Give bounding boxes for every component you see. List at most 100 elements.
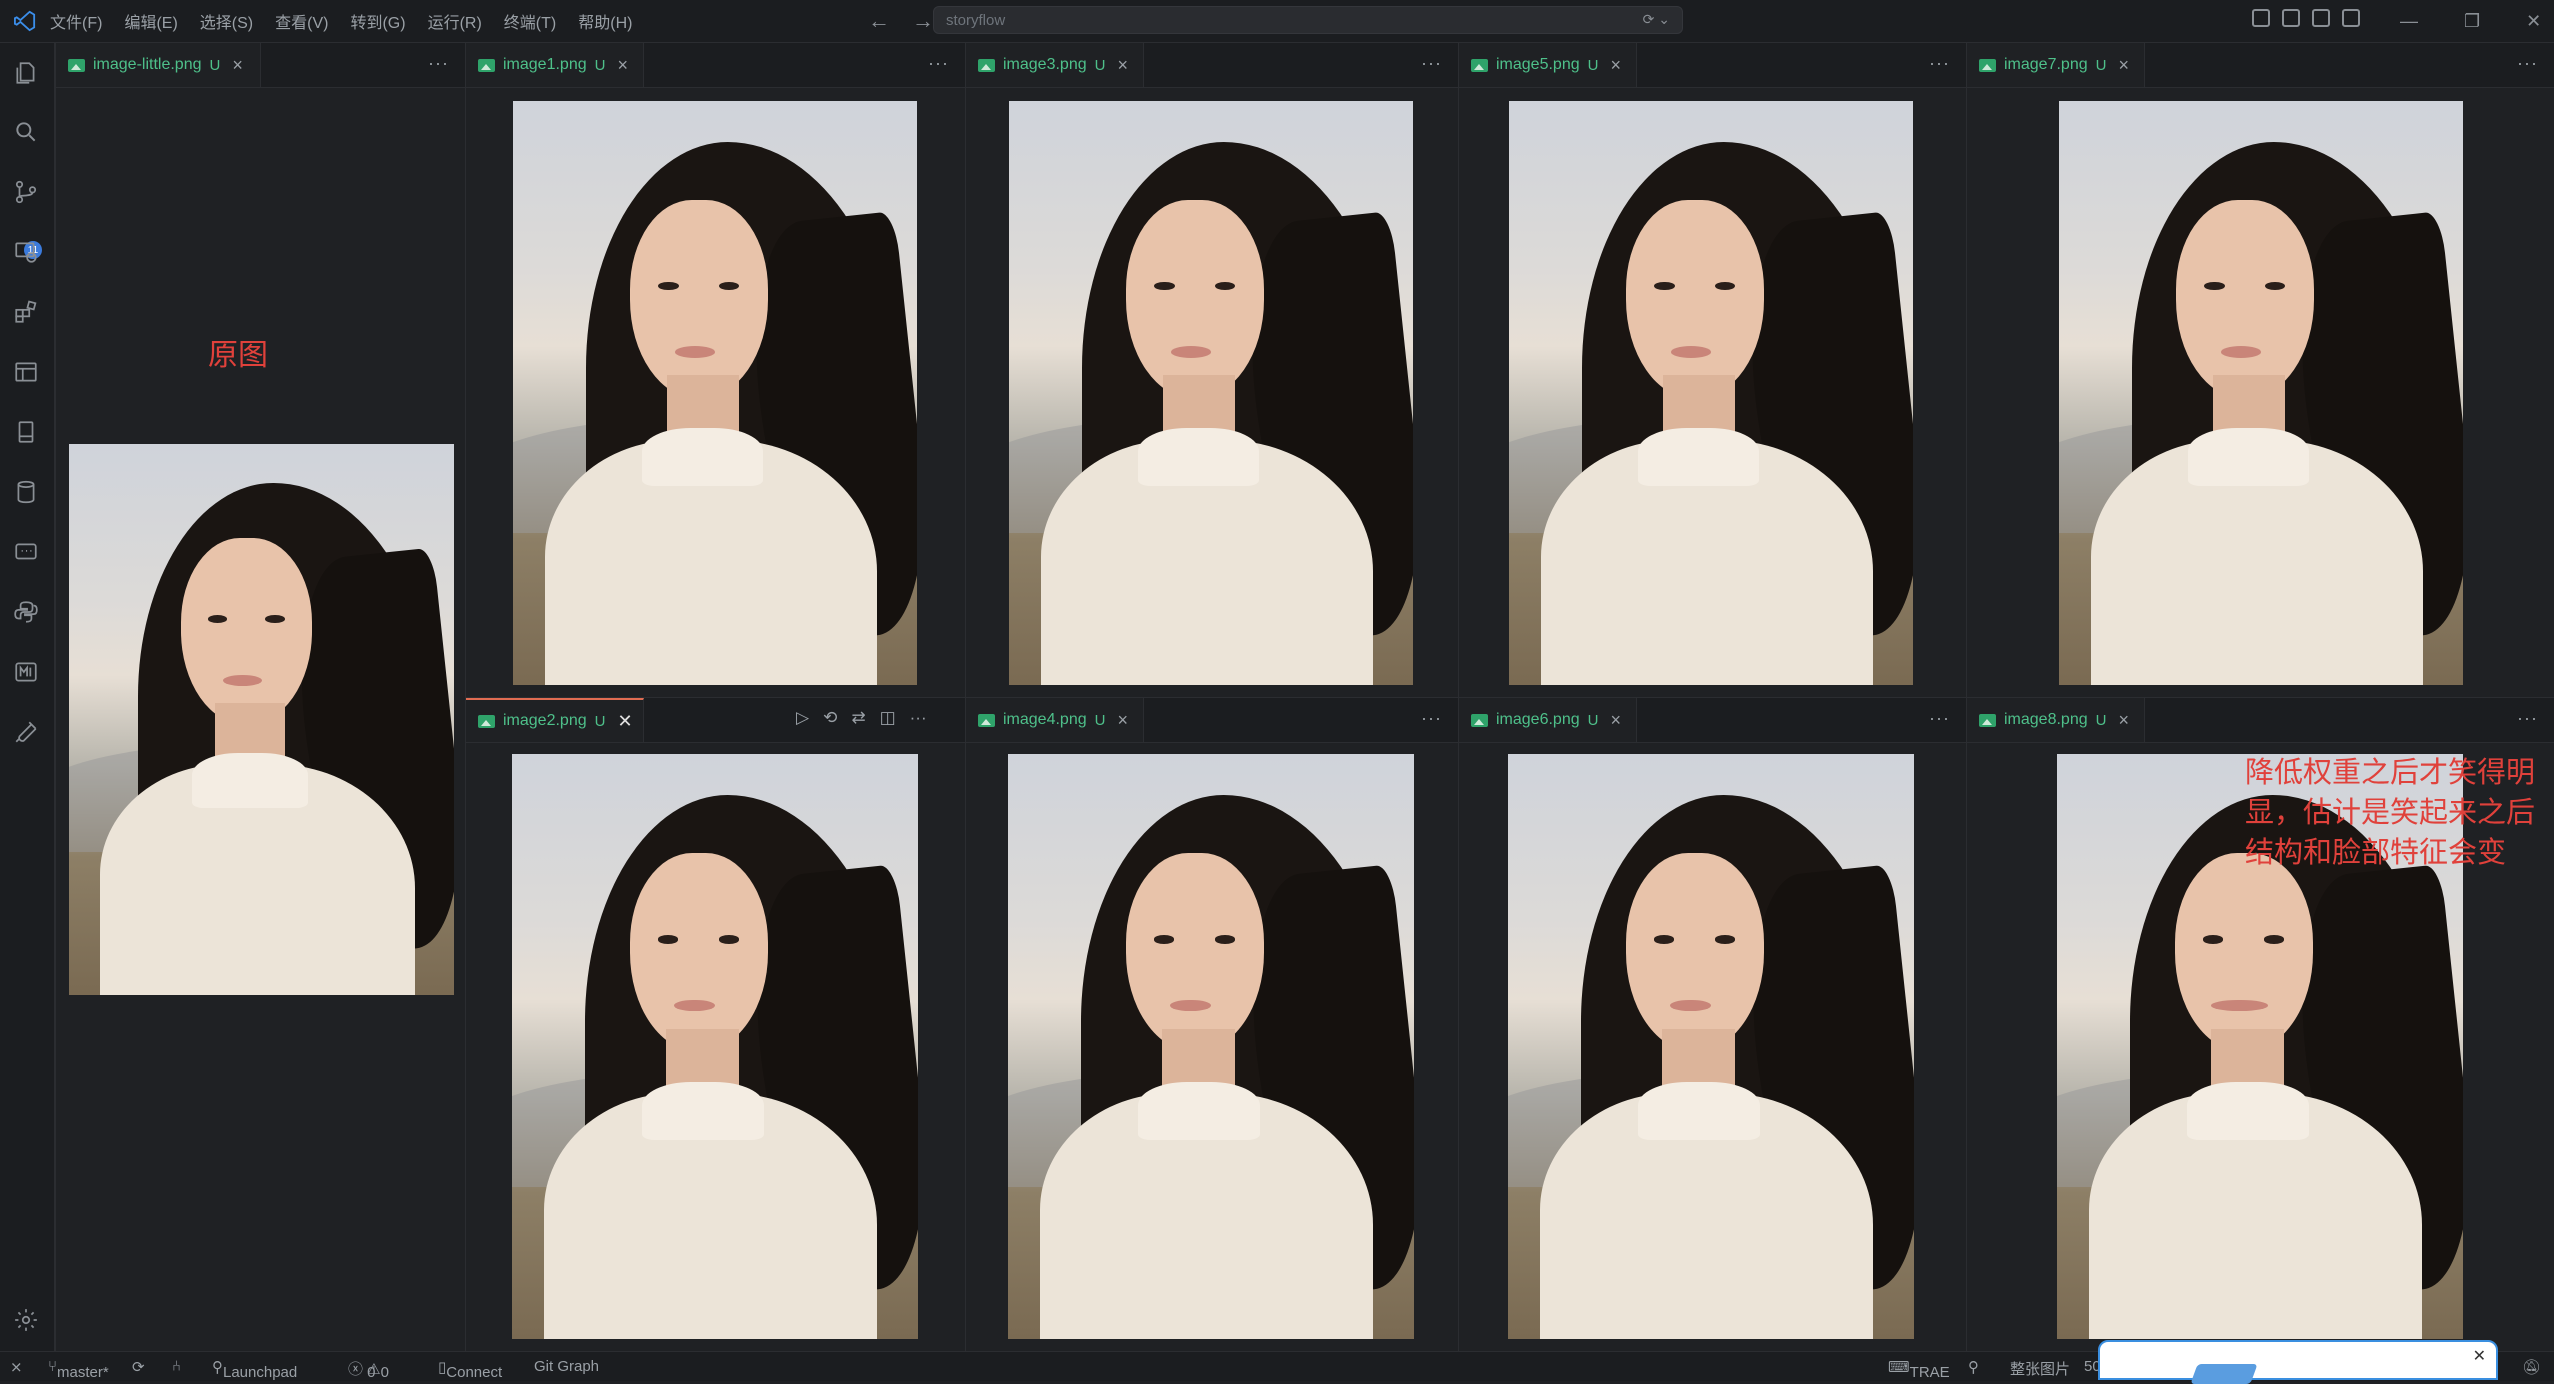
connect-label: Connect: [446, 1364, 503, 1381]
menu-go[interactable]: 转到(G): [350, 9, 405, 33]
customize-layout-icon[interactable]: [2252, 9, 2270, 27]
menu-selection[interactable]: 选择(S): [200, 9, 253, 33]
tab-image3[interactable]: image3.png U ×: [966, 43, 1144, 87]
image-size-label: 整张图片: [2010, 1361, 2071, 1378]
more-actions-icon[interactable]: ···: [2517, 708, 2538, 729]
image-file-icon: [978, 58, 995, 72]
problems-indicator[interactable]: ⓧ 0 ⚠ 0: [348, 1358, 389, 1381]
run-icon[interactable]: ▷: [796, 708, 809, 728]
more-actions-icon[interactable]: ···: [1929, 708, 1950, 729]
remote-explorer-icon[interactable]: [11, 237, 41, 267]
untracked-marker: U: [594, 56, 606, 74]
popup-graphic: [2190, 1364, 2258, 1384]
more-actions-icon[interactable]: ···: [1421, 53, 1442, 74]
menu-view[interactable]: 查看(V): [275, 9, 328, 33]
close-tab-icon[interactable]: ×: [1610, 710, 1621, 731]
branch-name: master*: [57, 1364, 109, 1381]
more-actions-icon[interactable]: ···: [928, 53, 949, 74]
editor-group-image8: image8.png U × ··· 降低权重之后才笑得明 显，估计是笑起来之后…: [1966, 697, 2554, 1352]
git-compare-icon[interactable]: ⑃: [172, 1358, 181, 1375]
image-file-icon: [478, 58, 495, 72]
chat-icon[interactable]: [11, 537, 41, 567]
search-text: storyflow: [946, 11, 1006, 29]
compare-icon[interactable]: ⇄: [851, 708, 865, 728]
trae-item[interactable]: ⌨ TRAE: [1888, 1358, 1950, 1381]
image-file-icon: [478, 714, 495, 728]
tab-label: image3.png: [1003, 56, 1087, 73]
untracked-marker: U: [1094, 56, 1106, 74]
image-file-icon: [978, 713, 995, 727]
git-graph-item[interactable]: Git Graph: [534, 1358, 599, 1375]
connect-item[interactable]: ▯ Connect: [438, 1358, 502, 1381]
floating-popup[interactable]: ✕: [2098, 1340, 2498, 1384]
editor-group-image1: image1.png U × ···: [465, 43, 965, 697]
tab-image2[interactable]: image2.png U ✕: [466, 698, 644, 742]
tab-image-little[interactable]: image-little.png U ×: [56, 43, 261, 87]
tab-image6[interactable]: image6.png U ×: [1459, 698, 1637, 742]
split-editor-icon[interactable]: ◫: [880, 708, 896, 728]
close-window-icon[interactable]: ✕: [2526, 11, 2541, 32]
more-actions-icon[interactable]: ···: [910, 708, 927, 728]
source-control-icon[interactable]: [11, 177, 41, 207]
restore-icon[interactable]: ❐: [2464, 11, 2480, 32]
menu-file[interactable]: 文件(F): [50, 9, 102, 33]
history-icon[interactable]: ⟲: [823, 708, 837, 728]
annotation-line-2: 显，估计是笑起来之后: [2245, 795, 2536, 829]
menu-help[interactable]: 帮助(H): [578, 9, 632, 33]
menu-edit[interactable]: 编辑(E): [124, 9, 177, 33]
back-arrow-icon[interactable]: ←: [868, 8, 890, 34]
command-center-search[interactable]: storyflow ⟳ ⌄: [933, 6, 1683, 34]
close-tab-icon[interactable]: ✕: [617, 711, 632, 732]
untracked-marker: U: [2095, 711, 2107, 729]
image-file-icon: [1979, 58, 1996, 72]
close-tab-icon[interactable]: ×: [1610, 55, 1621, 76]
minimize-icon[interactable]: —: [2400, 11, 2418, 32]
close-tab-icon[interactable]: ×: [1117, 55, 1128, 76]
python-icon[interactable]: [11, 597, 41, 627]
image-file-icon: [1979, 713, 1996, 727]
more-actions-icon[interactable]: ···: [1421, 708, 1442, 729]
close-tab-icon[interactable]: ×: [617, 55, 628, 76]
search-icon[interactable]: [11, 117, 41, 147]
image-preview: [1008, 754, 1414, 1339]
menu-run[interactable]: 运行(R): [428, 9, 482, 33]
close-popup-icon[interactable]: ✕: [2473, 1346, 2486, 1366]
panel-layout-icon[interactable]: [11, 357, 41, 387]
more-actions-icon[interactable]: ···: [1929, 53, 1950, 74]
branch-indicator[interactable]: ⑂ master*: [48, 1358, 109, 1381]
editor-group-image7: image7.png U × ···: [1966, 43, 2554, 697]
more-actions-icon[interactable]: ···: [2517, 53, 2538, 74]
close-tab-icon[interactable]: ×: [2118, 55, 2129, 76]
forward-arrow-icon[interactable]: →: [912, 8, 934, 34]
markdown-icon[interactable]: [11, 657, 41, 687]
layout-controls: [2252, 9, 2360, 27]
remote-indicator-icon[interactable]: ⨯: [10, 1358, 23, 1376]
lightbulb-icon[interactable]: ⚲: [1968, 1358, 1979, 1376]
menu-terminal[interactable]: 终端(T): [504, 9, 556, 33]
close-tab-icon[interactable]: ×: [232, 55, 243, 76]
editor-group-image5: image5.png U × ···: [1458, 43, 1966, 697]
editor-group-original: image-little.png U × ··· 原图: [55, 43, 465, 1351]
notifications-icon[interactable]: 🔕︎: [2522, 1358, 2541, 1376]
close-tab-icon[interactable]: ×: [2118, 710, 2129, 731]
extensions-icon[interactable]: [11, 297, 41, 327]
launchpad-item[interactable]: ⚲ Launchpad: [212, 1358, 297, 1381]
sync-icon[interactable]: ⟳: [132, 1358, 145, 1376]
bookmark-panel-icon[interactable]: [11, 417, 41, 447]
tab-image4[interactable]: image4.png U ×: [966, 698, 1144, 742]
window-controls: — ❐ ✕: [2400, 0, 2541, 42]
tab-image5[interactable]: image5.png U ×: [1459, 43, 1637, 87]
toggle-sidebar-icon[interactable]: [2282, 9, 2300, 27]
explorer-icon[interactable]: [11, 58, 41, 88]
copilot-chevron-icon[interactable]: ⟳ ⌄: [1643, 11, 1670, 28]
tab-image1[interactable]: image1.png U ×: [466, 43, 644, 87]
more-actions-icon[interactable]: ···: [428, 53, 449, 74]
toggle-secondary-sidebar-icon[interactable]: [2342, 9, 2360, 27]
close-tab-icon[interactable]: ×: [1117, 710, 1128, 731]
test-tube-icon[interactable]: [11, 717, 41, 747]
toggle-panel-icon[interactable]: [2312, 9, 2330, 27]
tab-image7[interactable]: image7.png U ×: [1967, 43, 2145, 87]
settings-gear-icon[interactable]: [11, 1305, 41, 1335]
tab-image8[interactable]: image8.png U ×: [1967, 698, 2145, 742]
database-icon[interactable]: [11, 477, 41, 507]
